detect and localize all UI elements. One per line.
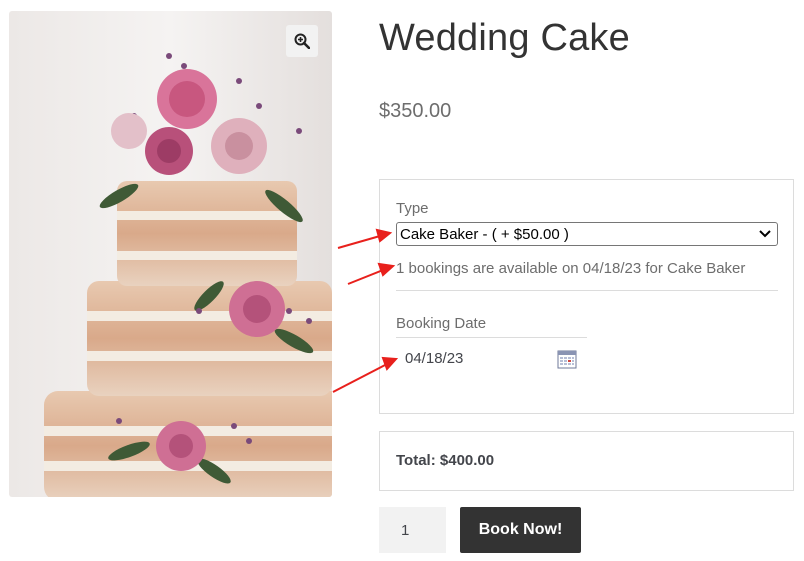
annotation-arrow-availability bbox=[347, 269, 384, 285]
zoom-button[interactable] bbox=[286, 25, 318, 57]
product-price: $350.00 bbox=[379, 100, 452, 122]
chevron-down-icon bbox=[759, 230, 771, 238]
quantity-input[interactable]: 1 bbox=[379, 507, 446, 553]
product-image[interactable] bbox=[9, 11, 332, 497]
calendar-button[interactable] bbox=[557, 349, 577, 369]
booking-form bbox=[379, 179, 794, 414]
type-select-value: Cake Baker - ( + $50.00 ) bbox=[400, 225, 569, 243]
booking-date-label: Booking Date bbox=[396, 315, 487, 332]
booking-date-input[interactable]: 04/18/23 bbox=[405, 350, 463, 367]
type-select[interactable]: Cake Baker - ( + $50.00 ) bbox=[396, 222, 778, 246]
calendar-icon bbox=[557, 350, 577, 369]
book-now-button[interactable]: Book Now! bbox=[460, 507, 581, 553]
product-title: Wedding Cake bbox=[379, 17, 630, 59]
date-field-underline bbox=[396, 337, 587, 338]
type-label: Type bbox=[396, 200, 429, 217]
cake-photo bbox=[9, 11, 332, 497]
total-price: Total: $400.00 bbox=[396, 452, 495, 469]
divider bbox=[396, 290, 778, 291]
magnifier-plus-icon bbox=[294, 33, 310, 49]
annotation-arrow-type bbox=[337, 235, 381, 249]
availability-text: 1 bookings are available on 04/18/23 for… bbox=[396, 260, 746, 277]
